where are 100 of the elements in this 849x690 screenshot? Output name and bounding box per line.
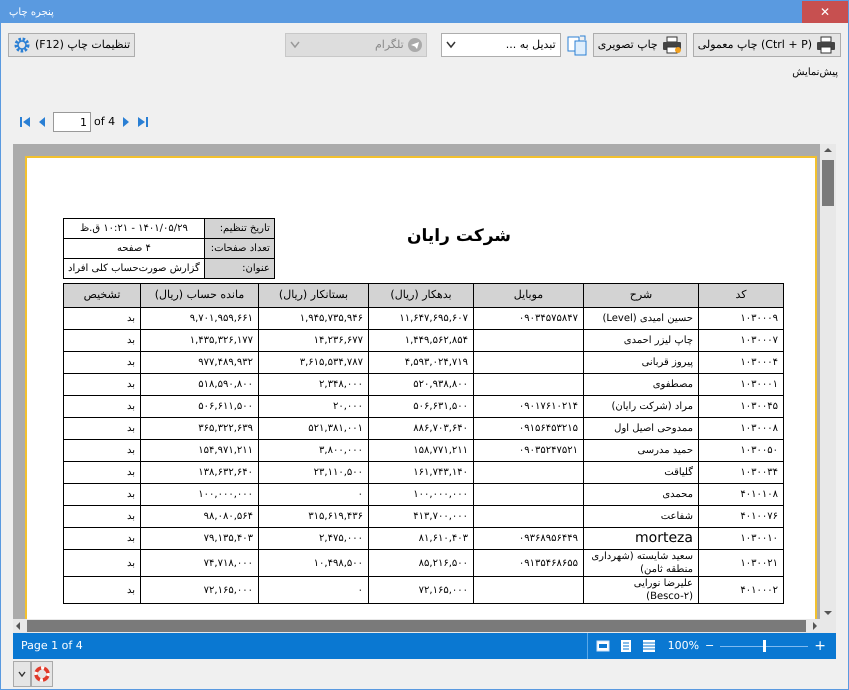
table-cell: ۲۳,۱۱۰,۵۰۰ <box>258 462 368 484</box>
column-header: مانده حساب (ریال) <box>140 284 258 308</box>
column-header: بستانکار (ریال) <box>258 284 368 308</box>
table-cell: ۰۹۰۳۴۵۷۵۸۴۷ <box>474 308 584 330</box>
table-cell: بد <box>64 440 140 462</box>
table-cell: بد <box>64 396 140 418</box>
table-cell: ۸۵,۲۱۶,۵۰۰ <box>368 550 474 576</box>
info-value: ۴ صفحه <box>64 238 204 258</box>
table-cell: ۱۰۰,۰۰۰,۰۰۰ <box>140 484 258 506</box>
table-cell: ممدوحی اصیل اول <box>584 418 698 440</box>
close-button[interactable]: ✕ <box>802 1 848 23</box>
single-page-icon[interactable] <box>618 639 633 653</box>
table-cell: ۱۱,۶۴۷,۶۹۵,۶۰۷ <box>368 308 474 330</box>
window-title: پنجره چاپ <box>8 6 55 20</box>
zoom-slider[interactable] <box>720 639 808 653</box>
scrollbar-thumb[interactable] <box>822 160 834 206</box>
table-cell: ۲۰,۰۰۰ <box>258 396 368 418</box>
caret-icon <box>290 41 300 49</box>
table-cell: ۰۹۰۳۵۲۴۷۵۲۱ <box>474 440 584 462</box>
table-cell: ۱۰۳۰۰۱۰ <box>698 528 784 550</box>
table-cell: ۱,۴۳۵,۳۲۶,۱۷۷ <box>140 330 258 352</box>
slider-thumb[interactable] <box>762 640 766 652</box>
table-cell: ۱,۴۴۹,۵۶۲,۸۵۴ <box>368 330 474 352</box>
table-cell: ۵۰۶,۶۱۱,۵۰۰ <box>140 396 258 418</box>
zoom-in-button[interactable]: + <box>814 636 826 656</box>
info-value: ۱۴۰۱/۰۵/۲۹ - ۱۰:۲۱ ق.ظ <box>64 218 204 238</box>
table-cell: حمید مدرسی <box>584 440 698 462</box>
table-cell: ۴۰۱۰۰۷۶ <box>698 506 784 528</box>
table-cell: ۵۰۶,۶۳۱,۵۰۰ <box>368 396 474 418</box>
table-cell: ۱۰۳۰۰۴۵ <box>698 396 784 418</box>
table-cell: ۱۰۳۰۰۵۰ <box>698 440 784 462</box>
next-page-icon[interactable] <box>121 116 132 128</box>
vertical-scrollbar[interactable] <box>820 144 836 633</box>
column-header: شرح <box>584 284 698 308</box>
table-cell: سعید شایسته (شهرداری منطقه ثامن) <box>584 550 698 576</box>
table-cell: بد <box>64 352 140 374</box>
printer-icon <box>662 36 682 54</box>
print-settings-button[interactable]: تنظیمات چاپ (F12) <box>8 33 136 57</box>
table-cell: ۱۰۳۰۰۰۷ <box>698 330 784 352</box>
table-cell: ۵۲۰,۹۳۸,۸۰۰ <box>368 374 474 396</box>
column-header: موبایل <box>474 284 584 308</box>
print-button[interactable]: چاپ معمولی (Ctrl + P) <box>692 33 841 57</box>
first-page-icon[interactable] <box>19 116 31 128</box>
table-cell: ۰۹۱۵۶۴۵۳۲۱۵ <box>474 418 584 440</box>
table-cell: ۱۵۴,۹۷۱,۲۱۱ <box>140 440 258 462</box>
table-cell: ۵۱۸,۵۹۰,۸۰۰ <box>140 374 258 396</box>
table-cell: ۳,۶۱۵,۵۳۴,۷۸۷ <box>258 352 368 374</box>
table-cell: ۱۶۱,۷۴۳,۱۴۰ <box>368 462 474 484</box>
table-cell: بد <box>64 418 140 440</box>
table-cell: ۹۸,۰۸۰,۵۶۴ <box>140 506 258 528</box>
table-cell: ۰۹۱۳۵۴۶۸۶۵۵ <box>474 550 584 576</box>
caret-icon <box>446 41 456 49</box>
table-cell: ۷۲,۱۶۵,۰۰۰ <box>140 576 258 604</box>
table-cell: ۱۰۳۰۰۰۴ <box>698 352 784 374</box>
view-mode-icon[interactable] <box>596 639 610 653</box>
last-page-icon[interactable] <box>137 116 150 128</box>
table-cell: ۰ <box>258 576 368 604</box>
table-cell: حسین امیدی (Level) <box>584 308 698 330</box>
scrollbar-thumb[interactable] <box>27 620 806 632</box>
table-cell: بد <box>64 374 140 396</box>
zoom-out-button[interactable]: − <box>705 638 714 654</box>
table-cell: ۳۶۵,۳۲۲,۶۳۹ <box>140 418 258 440</box>
table-cell: ۷۹,۱۳۵,۴۰۳ <box>140 528 258 550</box>
table-cell: ۱۰,۴۹۸,۵۰۰ <box>258 550 368 576</box>
column-header: بدهکار (ریال) <box>368 284 474 308</box>
table-cell: ۴۰۱۰۰۰۲ <box>698 576 784 604</box>
multi-page-icon[interactable] <box>642 639 656 653</box>
table-cell: ۳۱۵,۶۱۹,۴۳۶ <box>258 506 368 528</box>
table-cell: محمدی <box>584 484 698 506</box>
dropdown-button[interactable] <box>13 661 31 687</box>
table-cell: مصطفوی <box>584 374 698 396</box>
table-cell: ۱۰۳۰۰۲۱ <box>698 550 784 576</box>
table-cell: ۰ <box>258 484 368 506</box>
convert-dropdown[interactable]: تبدیل به ... <box>440 33 561 57</box>
table-cell: مراد (شرکت رایان) <box>584 396 698 418</box>
previous-page-icon[interactable] <box>37 116 47 128</box>
page-number-field[interactable]: 1 <box>53 112 91 132</box>
table-cell: ۷۴,۷۱۸,۰۰۰ <box>140 550 258 576</box>
info-value: گزارش صورت‌حساب کلی افراد <box>64 258 204 278</box>
horizontal-scrollbar[interactable] <box>13 619 820 633</box>
table-cell: ۰۹۳۶۸۹۵۶۴۴۹ <box>474 528 584 550</box>
table-cell: بد <box>64 308 140 330</box>
telegram-icon <box>408 38 422 52</box>
zoom-level: 100% <box>668 638 700 654</box>
report-title: شرکت رایان <box>407 225 511 248</box>
image-print-button[interactable]: چاپ تصویری <box>592 33 687 57</box>
help-button[interactable] <box>31 661 53 687</box>
table-cell: ۸۸۶,۷۰۳,۶۴۰ <box>368 418 474 440</box>
table-cell: علیرضا نورایی (Besco-۲) <box>584 576 698 604</box>
table-cell: ۲,۴۷۵,۰۰۰ <box>258 528 368 550</box>
table-cell: ۱۳۸,۶۳۲,۶۴۰ <box>140 462 258 484</box>
table-cell: ۸۱,۶۱۰,۴۰۳ <box>368 528 474 550</box>
column-header: تشخیص <box>64 284 140 308</box>
table-cell: بد <box>64 576 140 604</box>
table-cell: ۴۰۱۰۱۰۸ <box>698 484 784 506</box>
table-cell: ۰۹۰۱۷۶۱۰۲۱۴ <box>474 396 584 418</box>
table-cell: ۱۰۳۰۰۰۱ <box>698 374 784 396</box>
caret-icon <box>18 671 26 677</box>
table-cell: گلیاقت <box>584 462 698 484</box>
lifebuoy-icon <box>34 666 50 682</box>
